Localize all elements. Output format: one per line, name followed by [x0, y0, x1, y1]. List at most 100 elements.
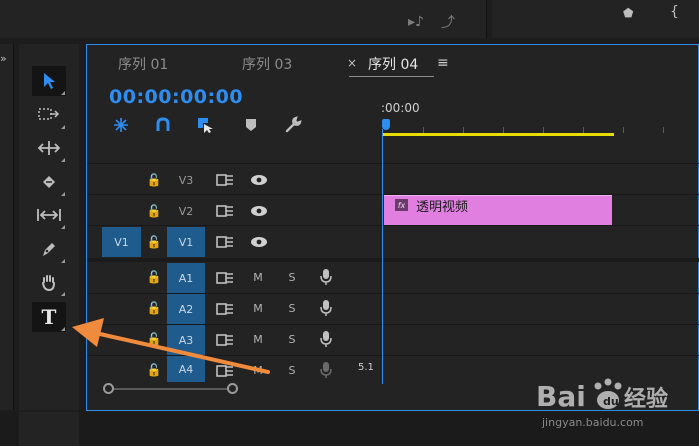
tools-panel: T	[19, 44, 79, 410]
paw-icon: Bai du 经验	[536, 378, 668, 413]
time-ruler[interactable]	[383, 119, 699, 133]
marker-icon[interactable]: ⬟	[623, 6, 633, 20]
microphone-icon[interactable]	[319, 361, 333, 379]
slip-icon	[37, 209, 61, 221]
wrench-icon	[285, 116, 302, 133]
playhead-timecode[interactable]: 00:00:00:00	[109, 86, 243, 108]
solo-button[interactable]: S	[285, 271, 299, 284]
magnet-icon	[156, 117, 170, 131]
baidu-logo: Bai du 经验	[536, 372, 696, 442]
hand-icon	[42, 275, 55, 291]
watermark-url: jingyan.baidu.com	[542, 416, 644, 429]
linked-selection-button[interactable]	[195, 115, 215, 135]
ripple-edit-tool[interactable]	[32, 133, 66, 163]
fx-badge: fx	[395, 199, 408, 211]
close-tab-icon[interactable]: ×	[347, 56, 357, 70]
tab-sequence-03[interactable]: 序列 03	[242, 54, 292, 74]
mute-button[interactable]: M	[251, 271, 265, 284]
svg-text:du: du	[603, 395, 619, 408]
track-v1-target[interactable]: V1	[167, 227, 205, 257]
mute-button[interactable]: M	[251, 364, 265, 377]
insert-icon[interactable]: ▸♪	[408, 14, 424, 30]
type-icon: T	[41, 305, 57, 329]
nest-icon	[114, 118, 128, 132]
source-monitor-panel: ▸♪ ⤴	[0, 0, 487, 38]
track-lock-icon[interactable]: 🔓	[147, 269, 162, 285]
ripple-icon	[38, 141, 60, 155]
sync-lock-icon[interactable]	[215, 301, 235, 317]
marker-icon	[246, 119, 256, 131]
eye-icon[interactable]	[250, 234, 268, 250]
eye-icon[interactable]	[250, 172, 268, 188]
selection-tool[interactable]	[32, 66, 66, 96]
timeline-clip[interactable]: fx 透明视频	[384, 195, 612, 225]
playhead-line[interactable]	[382, 129, 383, 384]
svg-text:Bai: Bai	[536, 380, 586, 413]
zoom-handle-right[interactable]	[227, 383, 238, 394]
sync-lock-icon[interactable]	[215, 203, 235, 219]
track-lock-icon[interactable]: 🔓	[147, 234, 162, 250]
track-lock-icon[interactable]: 🔓	[147, 172, 162, 188]
microphone-icon[interactable]	[319, 330, 333, 348]
track-a4-target[interactable]: A4	[167, 356, 205, 382]
solo-button[interactable]: S	[285, 302, 299, 315]
track-select-tool[interactable]	[32, 100, 66, 130]
mute-button[interactable]: M	[251, 333, 265, 346]
ruler-start-timecode: :00:00	[381, 101, 420, 115]
program-monitor-panel: ⬟ {	[492, 0, 699, 38]
export-frame-icon[interactable]: ⤴	[441, 12, 455, 32]
slip-tool[interactable]	[32, 200, 66, 230]
sync-lock-icon[interactable]	[215, 172, 235, 188]
track-lock-icon[interactable]: 🔓	[147, 300, 162, 316]
video-audio-divider[interactable]	[87, 258, 699, 262]
track-select-icon	[38, 108, 60, 120]
pen-tool[interactable]	[32, 234, 66, 264]
sync-lock-icon[interactable]	[215, 234, 235, 250]
microphone-icon[interactable]	[319, 299, 333, 317]
source-patch-v1[interactable]: V1	[102, 227, 141, 257]
panel-overflow-icon[interactable]: »	[0, 52, 7, 65]
timeline-panel: 序列 01 序列 03 × 序列 04 ≡ 00:00:00:00 :00:00…	[86, 44, 699, 411]
timeline-settings-button[interactable]	[283, 115, 303, 135]
linked-selection-icon	[198, 118, 213, 133]
solo-button[interactable]: S	[285, 364, 299, 377]
add-marker-button[interactable]	[241, 115, 261, 135]
track-v3-target[interactable]: V3	[167, 165, 205, 195]
track-a3-target[interactable]: A3	[167, 325, 205, 355]
work-area-bar[interactable]	[383, 133, 614, 136]
eye-icon[interactable]	[250, 203, 268, 219]
track-lock-icon[interactable]: 🔓	[147, 203, 162, 219]
svg-text:经验: 经验	[624, 386, 668, 412]
microphone-icon[interactable]	[319, 268, 333, 286]
zoom-handle-left[interactable]	[103, 383, 114, 394]
project-panel-edge: »	[0, 44, 14, 410]
solo-button[interactable]: S	[285, 333, 299, 346]
track-lock-icon[interactable]: 🔓	[147, 362, 162, 378]
sync-lock-icon[interactable]	[215, 363, 235, 379]
arrow-icon	[44, 73, 55, 89]
type-tool[interactable]: T	[32, 302, 66, 332]
panel-menu-icon[interactable]: ≡	[437, 55, 449, 71]
tab-sequence-04[interactable]: 序列 04	[368, 54, 418, 74]
track-lock-icon[interactable]: 🔓	[147, 331, 162, 347]
go-to-in-icon[interactable]: {	[670, 4, 679, 20]
sync-lock-icon[interactable]	[215, 270, 235, 286]
channel-format-label: 5.1	[358, 362, 374, 373]
playhead[interactable]	[382, 119, 390, 130]
hand-tool[interactable]	[32, 267, 66, 297]
razor-tool[interactable]	[32, 167, 66, 197]
track-a1-target[interactable]: A1	[167, 263, 205, 293]
nest-toggle-button[interactable]	[111, 115, 131, 135]
zoom-scrollbar[interactable]	[107, 388, 233, 390]
mute-button[interactable]: M	[251, 302, 265, 315]
track-v2-target[interactable]: V2	[167, 196, 205, 226]
track-a2-target[interactable]: A2	[167, 294, 205, 324]
pen-icon	[43, 243, 55, 256]
sequence-tabs: 序列 01 序列 03 × 序列 04 ≡	[87, 45, 698, 79]
active-tab-underline	[349, 76, 434, 77]
clip-name: 透明视频	[416, 200, 469, 215]
snap-button[interactable]	[153, 115, 173, 135]
tab-sequence-01[interactable]: 序列 01	[118, 54, 168, 74]
top-panels: ▸♪ ⤴ ⬟ {	[0, 0, 699, 42]
sync-lock-icon[interactable]	[215, 332, 235, 348]
